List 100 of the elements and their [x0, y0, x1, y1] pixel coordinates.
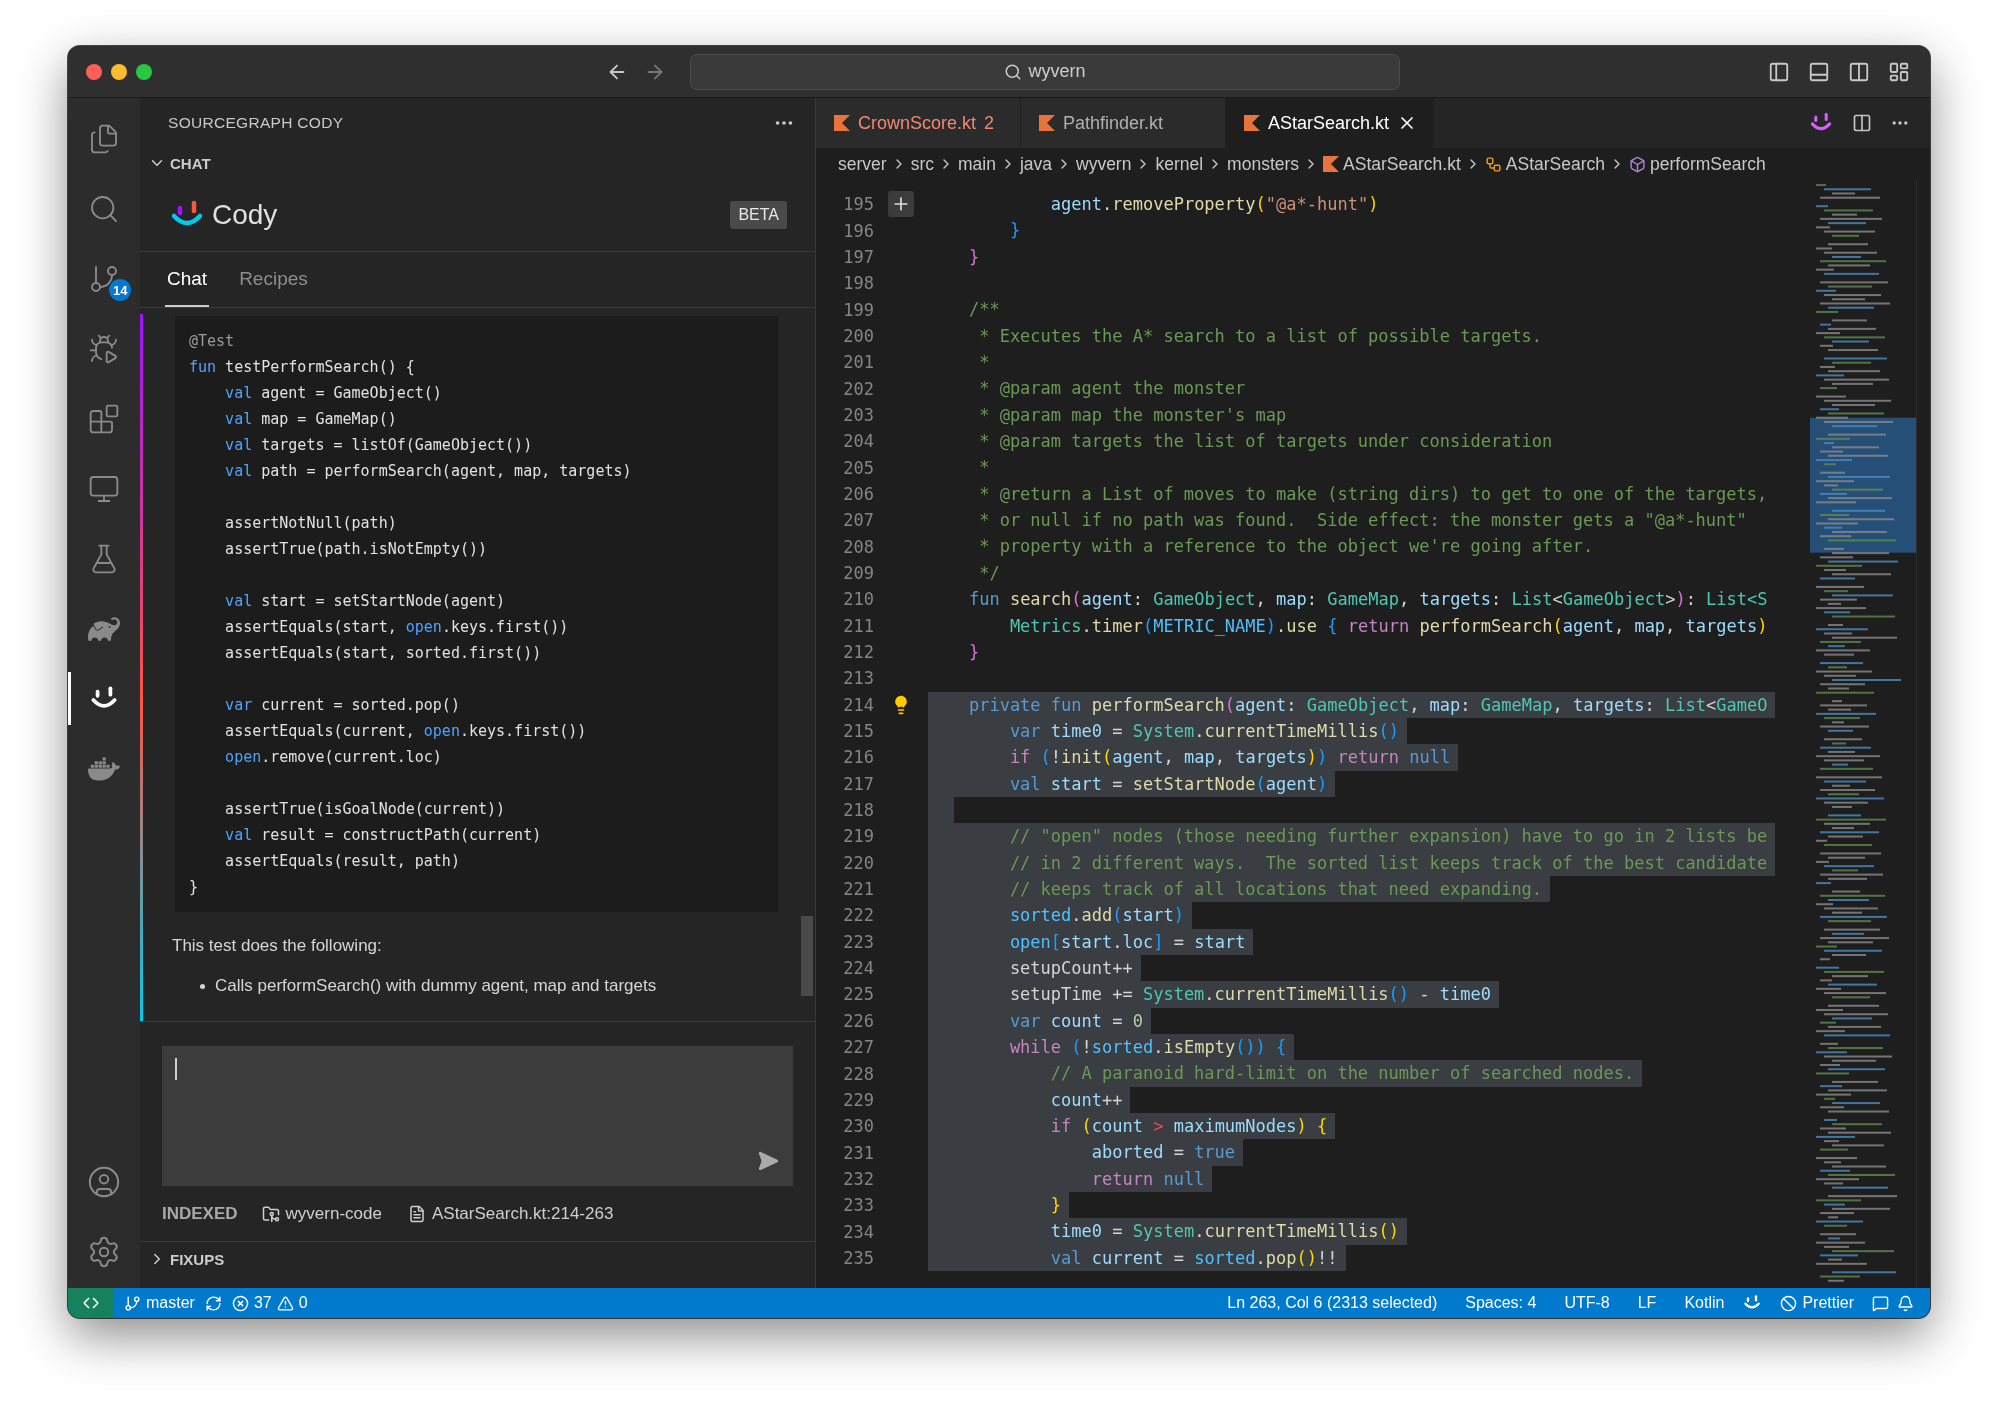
line-number: 197 — [842, 246, 874, 267]
tab[interactable]: Chat — [165, 252, 210, 307]
breadcrumb[interactable]: main — [957, 153, 996, 175]
line-number: 233 — [842, 1195, 874, 1216]
line-number: 202 — [842, 378, 874, 399]
code-line: val targets = listOf(GameObject()) — [224, 435, 534, 456]
breadcrumb[interactable]: server — [838, 153, 887, 175]
send-icon — [757, 1150, 779, 1172]
line-number: 214 — [842, 694, 874, 715]
line-number: 218 — [842, 800, 874, 821]
line-number: 230 — [842, 1116, 874, 1137]
breadcrumb[interactable]: monsters — [1227, 153, 1300, 175]
command-center-field[interactable]: wyvern — [690, 53, 1400, 90]
line-number: 226 — [842, 1010, 874, 1031]
repo-icon — [261, 1204, 280, 1223]
line-number: 198 — [842, 273, 874, 294]
line-number: 215 — [842, 721, 874, 742]
file-icon — [834, 115, 850, 131]
problems-button[interactable]: 37 0 — [221, 1294, 318, 1312]
branch-button[interactable]: master — [114, 1294, 205, 1312]
files-icon[interactable] — [88, 122, 120, 155]
breadcrumb[interactable]: wyvern — [1076, 153, 1132, 175]
code-line: * — [978, 456, 991, 480]
breadcrumb[interactable]: AStarSearch.kt — [1343, 153, 1461, 175]
play-bug-icon[interactable] — [88, 332, 120, 365]
code-line: fun testPerformSearch() { — [189, 357, 416, 378]
status-item[interactable]: LF — [1627, 1294, 1667, 1312]
sync-icon[interactable] — [204, 1294, 222, 1312]
file-range: AStarSearch.kt:214-263 — [431, 1203, 614, 1224]
section-header[interactable]: FIXUPS — [140, 1242, 815, 1276]
extensions-icon[interactable] — [88, 402, 120, 435]
code-line: assertEquals(start, sorted.first()) — [224, 643, 543, 664]
line-number: 227 — [842, 1037, 874, 1058]
settings-icon[interactable] — [87, 1234, 121, 1269]
panel-bottom-icon[interactable] — [1808, 60, 1830, 83]
line-number: 212 — [842, 642, 874, 662]
section-header[interactable]: CHAT — [140, 148, 815, 178]
editor-tab[interactable]: Pathfinder.kt — [1021, 98, 1226, 148]
panel-right-icon[interactable] — [1848, 60, 1870, 83]
code-line: @Test — [189, 331, 236, 352]
account-icon[interactable] — [87, 1164, 121, 1199]
close-button[interactable] — [86, 63, 102, 80]
remote-button[interactable] — [68, 1288, 114, 1318]
send-button[interactable] — [757, 1150, 779, 1172]
line-number: 222 — [842, 905, 874, 926]
panel-title: SOURCEGRAPH CODY — [168, 114, 344, 132]
breadcrumb[interactable]: AStarSearch — [1505, 153, 1605, 175]
bell-icon[interactable] — [1897, 1294, 1914, 1312]
editor-tab[interactable]: CrownScore.kt 2 — [816, 98, 1021, 148]
error-icon — [231, 1294, 249, 1312]
layout-icon[interactable] — [1888, 60, 1910, 83]
status-item[interactable]: UTF-8 — [1554, 1294, 1620, 1312]
repo-name: wyvern-code — [285, 1203, 382, 1224]
warning-icon — [276, 1294, 294, 1312]
code-line: Metrics.timer(METRIC_NAME).use { return performSearch(agent, map, targets) — [1008, 614, 1769, 638]
code-line: var current = sorted.pop() — [224, 695, 461, 716]
status-item[interactable]: Spaces: 4 — [1455, 1294, 1547, 1312]
cube-icon — [1629, 155, 1646, 173]
code-line: assertEquals(result, path) — [224, 851, 461, 872]
panel-left-icon[interactable] — [1768, 60, 1790, 83]
split-editor-icon[interactable] — [1852, 113, 1872, 133]
problem-count: 2 — [984, 112, 995, 134]
scrollbar-thumb[interactable] — [801, 916, 813, 996]
line-number: 209 — [842, 563, 874, 583]
line-number: 196 — [842, 220, 874, 241]
code-line: * Executes the A* search to a list of possible targets. — [978, 324, 1544, 348]
breadcrumb[interactable]: src — [910, 153, 934, 175]
file-icon — [1323, 156, 1340, 172]
feedback-icon[interactable] — [1872, 1294, 1889, 1312]
code-line: assertEquals(start, open.keys.first()) — [224, 617, 570, 638]
status-item[interactable]: Ln 263, Col 6 (2313 selected) — [1217, 1294, 1448, 1312]
line-number: 232 — [842, 1168, 874, 1189]
code-line: */ — [978, 561, 1001, 585]
search-icon — [1004, 62, 1023, 81]
line-number: 208 — [842, 536, 874, 557]
code-line: agent.removeProperty("@a*-hunt") — [1049, 193, 1380, 216]
line-number: 228 — [842, 1063, 874, 1084]
breadcrumb[interactable]: java — [1019, 153, 1052, 175]
list-item: Calls performSearch() with dummy agent, map and targets — [215, 976, 657, 996]
status-item[interactable]: Kotlin — [1674, 1294, 1735, 1312]
activity-item[interactable]: 14 — [68, 252, 140, 305]
formatter-button[interactable]: Prettier — [1770, 1294, 1864, 1312]
code-line: assertEquals(current, open.keys.first()) — [224, 721, 588, 742]
code-line: open.remove(current.loc) — [224, 747, 443, 768]
context-label: INDEXED — [162, 1203, 238, 1224]
editor-tab[interactable]: AStarSearch.kt — [1226, 98, 1435, 148]
breadcrumb[interactable]: kernel — [1155, 153, 1204, 175]
line-number: 223 — [842, 931, 874, 952]
breadcrumb[interactable]: performSearch — [1650, 153, 1766, 175]
zoom-button[interactable] — [136, 63, 152, 80]
branch-icon — [124, 1294, 141, 1312]
minimize-button[interactable] — [111, 63, 127, 80]
code-line: } — [1008, 219, 1022, 243]
line-number: 199 — [842, 299, 874, 320]
brand-name: Cody — [212, 198, 278, 231]
tab[interactable]: Recipes — [237, 252, 310, 307]
line-number: 207 — [842, 510, 874, 531]
line-number: 220 — [842, 852, 874, 873]
add-button[interactable] — [888, 191, 914, 218]
line-number: 224 — [842, 958, 874, 979]
